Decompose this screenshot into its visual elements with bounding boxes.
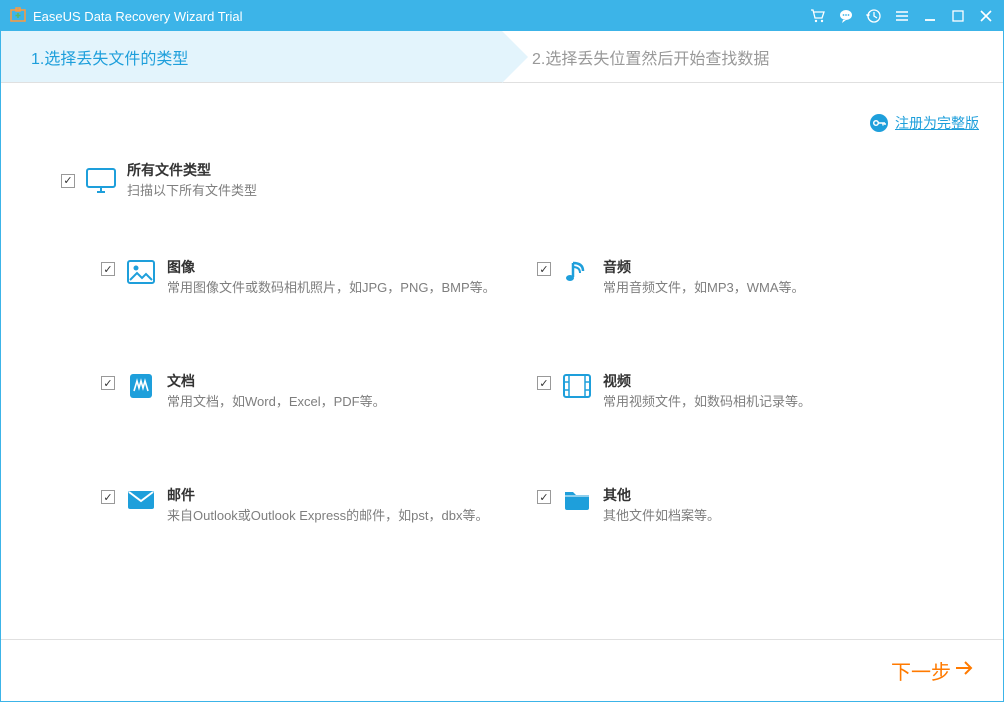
type-item-video: ✓ 视频 常用视频文件，如数码相机记录等。 bbox=[537, 372, 943, 411]
cart-icon[interactable] bbox=[809, 7, 827, 25]
document-icon bbox=[125, 372, 157, 400]
type-item-doc: ✓ 文档 常用文档，如Word，Excel，PDF等。 bbox=[101, 372, 507, 411]
menu-icon[interactable] bbox=[893, 7, 911, 25]
type-doc-desc: 常用文档，如Word，Excel，PDF等。 bbox=[167, 392, 386, 412]
footer: 下一步 bbox=[1, 639, 1003, 701]
type-image-desc: 常用图像文件或数码相机照片，如JPG，PNG，BMP等。 bbox=[167, 278, 496, 298]
checkbox-email[interactable]: ✓ bbox=[101, 490, 115, 504]
all-types-row: ✓ 所有文件类型 扫描以下所有文件类型 bbox=[61, 161, 257, 200]
type-audio-title: 音频 bbox=[603, 258, 805, 278]
step-1[interactable]: 1.选择丢失文件的类型 bbox=[1, 31, 502, 82]
key-icon bbox=[869, 113, 889, 133]
close-icon[interactable] bbox=[977, 7, 995, 25]
type-item-audio: ✓ 音频 常用音频文件，如MP3，WMA等。 bbox=[537, 258, 943, 297]
all-types-title: 所有文件类型 bbox=[127, 161, 257, 181]
type-audio-desc: 常用音频文件，如MP3，WMA等。 bbox=[603, 278, 805, 298]
register-link: 注册为完整版 bbox=[869, 113, 979, 133]
type-item-email: ✓ 邮件 来自Outlook或Outlook Express的邮件，如pst，d… bbox=[101, 486, 507, 525]
type-other-desc: 其他文件如档案等。 bbox=[603, 506, 720, 526]
type-video-title: 视频 bbox=[603, 372, 811, 392]
minimize-icon[interactable] bbox=[921, 7, 939, 25]
types-grid: ✓ 图像 常用图像文件或数码相机照片，如JPG，PNG，BMP等。 ✓ 音频 常… bbox=[101, 258, 943, 525]
maximize-icon[interactable] bbox=[949, 7, 967, 25]
next-button-label: 下一步 bbox=[891, 656, 951, 685]
next-button[interactable]: 下一步 bbox=[891, 656, 973, 685]
arrow-right-icon bbox=[955, 659, 973, 682]
step-1-label: 1.选择丢失文件的类型 bbox=[31, 45, 188, 69]
content-area: 注册为完整版 ✓ 所有文件类型 扫描以下所有文件类型 ✓ 图像 常用图像文件或数… bbox=[1, 83, 1003, 639]
monitor-icon bbox=[85, 167, 117, 195]
folder-icon bbox=[561, 486, 593, 514]
titlebar: EaseUS Data Recovery Wizard Trial bbox=[1, 1, 1003, 31]
checkbox-video[interactable]: ✓ bbox=[537, 376, 551, 390]
type-email-desc: 来自Outlook或Outlook Express的邮件，如pst，dbx等。 bbox=[167, 506, 488, 526]
image-icon bbox=[125, 258, 157, 286]
checkbox-all-types[interactable]: ✓ bbox=[61, 174, 75, 188]
all-types-desc: 扫描以下所有文件类型 bbox=[127, 181, 257, 201]
checkbox-image[interactable]: ✓ bbox=[101, 262, 115, 276]
type-doc-title: 文档 bbox=[167, 372, 386, 392]
type-item-image: ✓ 图像 常用图像文件或数码相机照片，如JPG，PNG，BMP等。 bbox=[101, 258, 507, 297]
step-2: 2.选择丢失位置然后开始查找数据 bbox=[502, 31, 1003, 82]
register-link-text[interactable]: 注册为完整版 bbox=[895, 113, 979, 133]
audio-icon bbox=[561, 258, 593, 286]
video-icon bbox=[561, 372, 593, 400]
email-icon bbox=[125, 486, 157, 514]
type-image-title: 图像 bbox=[167, 258, 496, 278]
chat-icon[interactable] bbox=[837, 7, 855, 25]
window-title: EaseUS Data Recovery Wizard Trial bbox=[33, 9, 809, 24]
step-2-label: 2.选择丢失位置然后开始查找数据 bbox=[532, 45, 769, 69]
type-email-title: 邮件 bbox=[167, 486, 488, 506]
type-other-title: 其他 bbox=[603, 486, 720, 506]
history-icon[interactable] bbox=[865, 7, 883, 25]
titlebar-buttons bbox=[809, 7, 995, 25]
checkbox-other[interactable]: ✓ bbox=[537, 490, 551, 504]
checkbox-doc[interactable]: ✓ bbox=[101, 376, 115, 390]
type-video-desc: 常用视频文件，如数码相机记录等。 bbox=[603, 392, 811, 412]
app-icon bbox=[9, 7, 27, 25]
checkbox-audio[interactable]: ✓ bbox=[537, 262, 551, 276]
steps-bar: 1.选择丢失文件的类型 2.选择丢失位置然后开始查找数据 bbox=[1, 31, 1003, 83]
type-item-other: ✓ 其他 其他文件如档案等。 bbox=[537, 486, 943, 525]
